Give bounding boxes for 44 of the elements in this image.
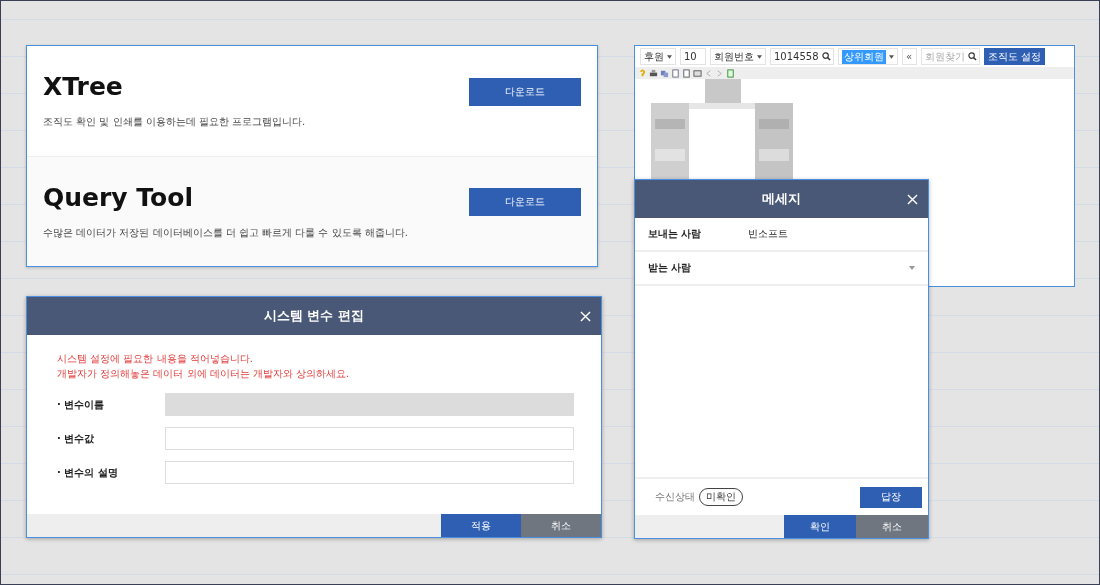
field-label: · 변수의 설명 [57,465,119,480]
download-button[interactable]: 다운로드 [469,77,581,106]
input-field[interactable]: 10 [680,48,706,65]
caret-icon [757,54,762,59]
recipient-dropdown[interactable]: 받는 사람 [635,252,928,286]
dropdown[interactable]: 후원 [640,48,676,65]
caret-icon [888,54,894,59]
program-title: XTree [43,72,124,102]
field-label: 보내는 사람 [648,227,703,241]
notice-text: 시스템 설정에 필요한 내용을 적어넣습니다. [57,352,254,366]
notice-text: 개발자가 정의해놓은 데이터 외에 데이터는 개발자와 상의하세요. [57,367,351,381]
caret-icon [909,266,915,270]
search-icon[interactable] [821,52,831,61]
input-field[interactable] [165,427,574,450]
reply-button[interactable]: 답장 [860,486,922,508]
arrow-right-icon[interactable] [715,68,724,78]
spreadsheet-icon[interactable] [726,68,735,78]
cancel-button[interactable]: 취소 [856,515,928,538]
arrow-left-icon[interactable] [704,68,713,78]
settings-button[interactable]: 조직도 설정 [983,48,1045,65]
program-description: 수많은 데이터가 저장된 데이터베이스를 더 쉽고 빠르게 다룰 수 있도록 해줍니다. [43,225,408,240]
image-icon[interactable] [693,68,702,78]
close-icon[interactable] [907,193,918,205]
program-title: Query Tool [43,182,194,212]
copy-icon[interactable] [660,68,669,78]
program-description: 조직도 확인 및 인쇄를 이용하는데 필요한 프로그램입니다. [43,115,306,130]
search-field[interactable]: 1014558 [770,48,834,65]
field-label: · 변수값 [57,431,96,446]
collapse-button[interactable]: « [901,48,917,65]
caret-icon [667,54,672,59]
search-icon[interactable] [967,52,977,61]
field-label: · 변수이름 [57,397,106,412]
dropdown[interactable]: 회원번호 [710,48,766,65]
printer-icon[interactable] [649,68,658,78]
apply-button[interactable]: 적용 [441,514,521,537]
input-field[interactable] [165,461,574,484]
status-label: 수신상태 [655,490,695,504]
sender-name: 빈소프트 [748,227,788,241]
download-button[interactable]: 다운로드 [469,188,581,217]
close-icon[interactable] [580,310,591,322]
cancel-button[interactable]: 취소 [521,514,601,537]
dialog-title: 시스템 변수 편집 [263,307,365,325]
dialog-title: 메세지 [762,190,801,208]
confirm-button[interactable]: 확인 [784,515,856,538]
